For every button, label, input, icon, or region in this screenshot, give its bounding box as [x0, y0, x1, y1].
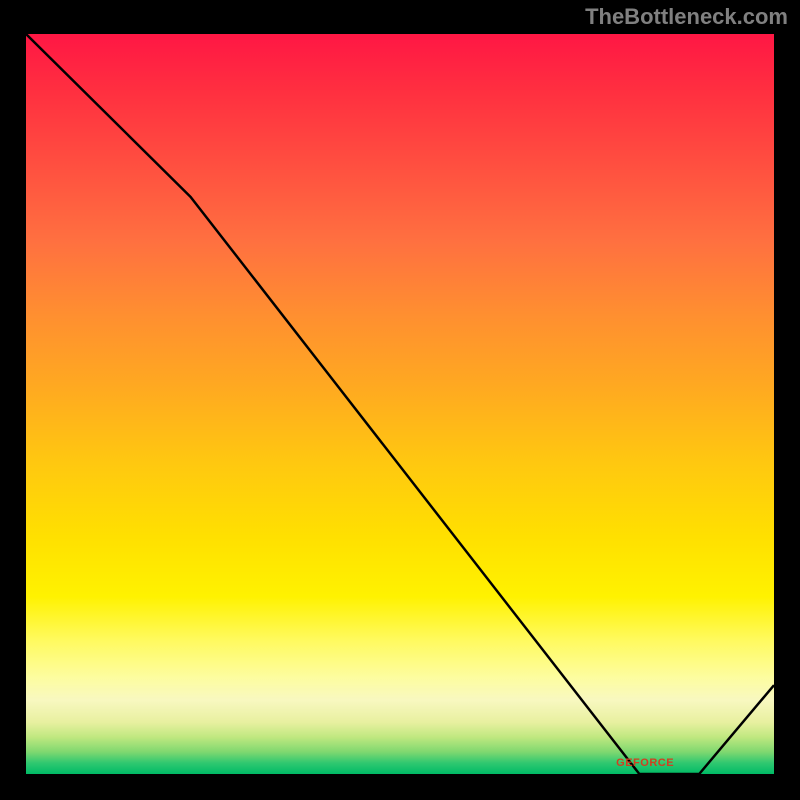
bottleneck-curve-path — [26, 34, 774, 774]
gpu-annotation: GEFORCE — [616, 757, 674, 769]
chart-line-svg — [26, 34, 774, 774]
chart-plot-area: GEFORCE — [22, 30, 778, 778]
watermark-text: TheBottleneck.com — [585, 4, 788, 30]
